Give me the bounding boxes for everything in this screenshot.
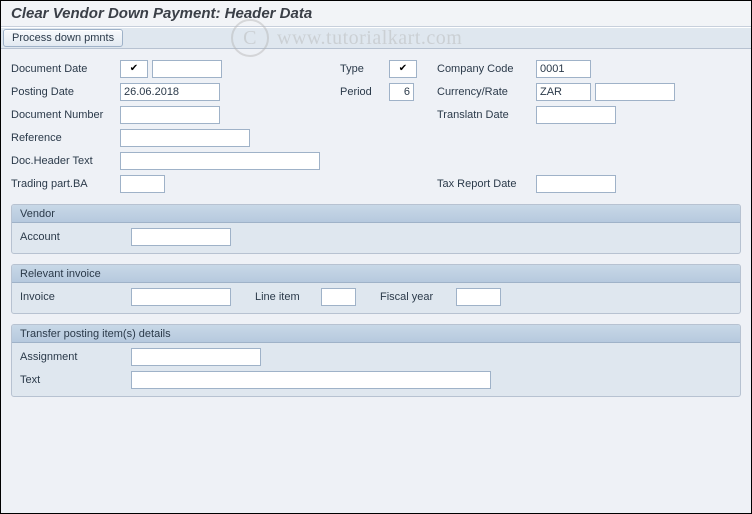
reference-label: Reference: [11, 132, 116, 144]
document-number-label: Document Number: [11, 109, 116, 121]
process-down-payments-button[interactable]: Process down pmnts: [3, 29, 123, 47]
translatn-date-label: Translatn Date: [437, 109, 532, 121]
vendor-group-title: Vendor: [12, 205, 740, 223]
type-check[interactable]: [389, 60, 417, 78]
app-window: Clear Vendor Down Payment: Header Data P…: [0, 0, 752, 514]
trading-part-ba-label: Trading part.BA: [11, 178, 116, 190]
toolbar: Process down pmnts: [1, 27, 751, 49]
translatn-date-input[interactable]: [536, 106, 616, 124]
account-label: Account: [20, 231, 125, 243]
document-date-input[interactable]: [152, 60, 222, 78]
fiscal-year-label: Fiscal year: [380, 291, 450, 303]
assignment-label: Assignment: [20, 351, 125, 363]
posting-date-input[interactable]: [120, 83, 220, 101]
line-item-label: Line item: [255, 291, 315, 303]
currency-rate-label: Currency/Rate: [437, 86, 532, 98]
relevant-invoice-group: Relevant invoice Invoice Line item Fisca…: [11, 264, 741, 314]
tax-report-date-input[interactable]: [536, 175, 616, 193]
tax-report-date-label: Tax Report Date: [437, 178, 532, 190]
company-code-input[interactable]: [536, 60, 591, 78]
document-date-check[interactable]: [120, 60, 148, 78]
fiscal-year-input[interactable]: [456, 288, 501, 306]
transfer-posting-group-title: Transfer posting item(s) details: [12, 325, 740, 343]
text-input[interactable]: [131, 371, 491, 389]
document-number-input[interactable]: [120, 106, 220, 124]
account-input[interactable]: [131, 228, 231, 246]
line-item-input[interactable]: [321, 288, 356, 306]
period-input[interactable]: [389, 83, 414, 101]
text-label: Text: [20, 374, 125, 386]
currency-input[interactable]: [536, 83, 591, 101]
vendor-group: Vendor Account: [11, 204, 741, 254]
posting-date-label: Posting Date: [11, 86, 116, 98]
doc-header-text-label: Doc.Header Text: [11, 155, 116, 167]
transfer-posting-group: Transfer posting item(s) details Assignm…: [11, 324, 741, 397]
invoice-label: Invoice: [20, 291, 125, 303]
rate-input[interactable]: [595, 83, 675, 101]
type-label: Type: [340, 63, 385, 75]
page-title: Clear Vendor Down Payment: Header Data: [1, 1, 751, 27]
invoice-input[interactable]: [131, 288, 231, 306]
assignment-input[interactable]: [131, 348, 261, 366]
company-code-label: Company Code: [437, 63, 532, 75]
relevant-invoice-group-title: Relevant invoice: [12, 265, 740, 283]
reference-input[interactable]: [120, 129, 250, 147]
trading-part-ba-input[interactable]: [120, 175, 165, 193]
header-fields: Document Date Posting Date Document Numb…: [11, 59, 741, 194]
period-label: Period: [340, 86, 385, 98]
document-date-label: Document Date: [11, 63, 116, 75]
doc-header-text-input[interactable]: [120, 152, 320, 170]
